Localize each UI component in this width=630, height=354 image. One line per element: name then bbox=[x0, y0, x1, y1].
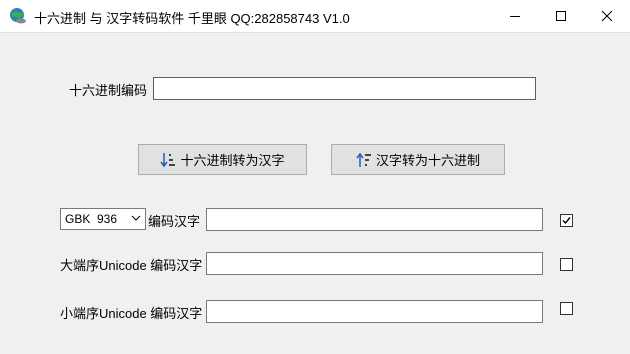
encoding-select-value: GBK 936 bbox=[65, 212, 118, 226]
close-icon bbox=[601, 10, 613, 22]
window-title: 十六进制 与 汉字转码软件 千里眼 QQ:282858743 V1.0 bbox=[34, 11, 350, 26]
chinese-to-hex-label: 汉字转为十六进制 bbox=[375, 153, 480, 168]
encoding-select[interactable]: GBK 936 bbox=[60, 208, 146, 230]
big-endian-checkbox[interactable] bbox=[560, 258, 573, 271]
big-endian-label: 大端序Unicode 编码汉字 bbox=[60, 258, 203, 273]
title-bar: 十六进制 与 汉字转码软件 千里眼 QQ:282858743 V1.0 bbox=[0, 0, 630, 33]
maximize-button[interactable] bbox=[538, 0, 584, 32]
chinese-to-hex-button[interactable]: 汉字转为十六进制 bbox=[331, 144, 505, 175]
checkmark-icon bbox=[562, 217, 571, 225]
big-endian-text-input[interactable] bbox=[206, 252, 543, 275]
minimize-icon bbox=[510, 16, 520, 17]
main-panel: 十六进制编码 十六进制转为汉字 汉字转为十六进制 GBK 936 编码汉字 大端… bbox=[0, 33, 630, 354]
minimize-button[interactable] bbox=[492, 0, 538, 32]
hex-to-chinese-button[interactable]: 十六进制转为汉字 bbox=[138, 144, 307, 175]
hex-code-input[interactable] bbox=[153, 77, 536, 100]
gbk-text-input[interactable] bbox=[206, 208, 543, 231]
gbk-label: 编码汉字 bbox=[148, 214, 201, 229]
chevron-down-icon bbox=[131, 215, 141, 221]
app-globe-icon bbox=[10, 8, 26, 24]
sort-down-icon bbox=[160, 152, 176, 167]
little-endian-text-input[interactable] bbox=[206, 300, 543, 323]
hex-code-label: 十六进制编码 bbox=[69, 83, 148, 98]
maximize-icon bbox=[556, 11, 566, 21]
hex-to-chinese-label: 十六进制转为汉字 bbox=[180, 153, 285, 168]
close-button[interactable] bbox=[584, 0, 630, 32]
little-endian-checkbox[interactable] bbox=[560, 302, 573, 315]
gbk-checkbox[interactable] bbox=[560, 214, 573, 227]
sort-up-icon bbox=[356, 152, 371, 167]
little-endian-label: 小端序Unicode 编码汉字 bbox=[60, 306, 203, 321]
